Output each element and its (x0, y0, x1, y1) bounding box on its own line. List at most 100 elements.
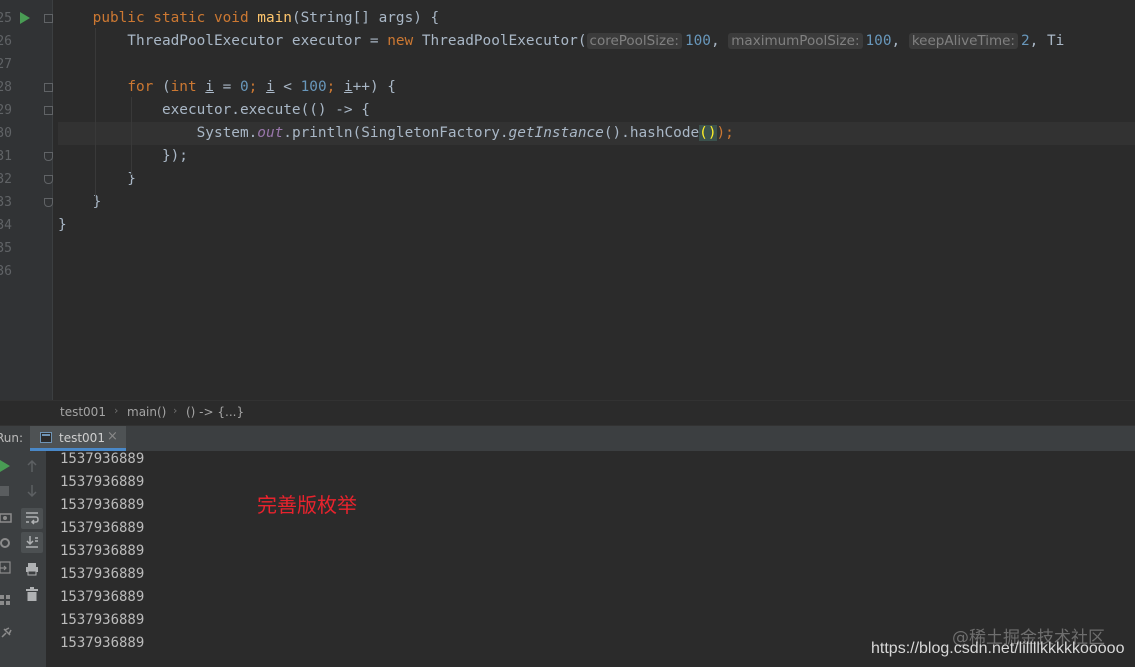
code-line[interactable]: System.out.println(SingletonFactory.getI… (58, 122, 1135, 145)
line-number: 28 (0, 80, 12, 95)
parameter-hint: corePoolSize: (586, 33, 682, 49)
console-line: 1537936889 (60, 612, 145, 628)
code-token: .println(SingletonFactory. (283, 125, 509, 141)
stop-icon[interactable] (0, 486, 10, 498)
code-line[interactable]: } (58, 191, 1135, 214)
close-icon[interactable]: × (107, 429, 118, 444)
fold-marker-icon[interactable] (44, 175, 53, 184)
code-token: , (891, 33, 909, 49)
line-number: 34 (0, 218, 12, 233)
code-token: ().hashCode (603, 125, 700, 141)
console-icon (40, 432, 52, 443)
code-token: for (127, 79, 162, 95)
code-line[interactable]: } (58, 168, 1135, 191)
code-token: ; (248, 79, 266, 95)
breadcrumb-lambda[interactable]: () -> {...} (186, 405, 244, 419)
code-line[interactable]: ThreadPoolExecutor executor = new Thread… (58, 30, 1135, 53)
fold-marker-icon[interactable] (44, 83, 53, 92)
code-token: ( (161, 79, 171, 95)
code-token: i (265, 79, 275, 95)
code-line[interactable]: executor.execute(() -> { (58, 99, 1135, 122)
code-token: ThreadPoolExecutor executor = (58, 33, 388, 49)
trash-icon[interactable] (26, 587, 38, 602)
up-arrow-icon[interactable] (26, 459, 38, 473)
console-output[interactable]: 1537936889 1537936889 1537936889 1537936889… (47, 451, 1135, 667)
run-label: Run: (0, 431, 24, 445)
line-number: 35 (0, 241, 12, 256)
line-number: 36 (0, 264, 12, 279)
soft-wrap-icon (26, 512, 39, 525)
run-console-toolbar (18, 451, 47, 667)
code-token: ; (326, 79, 344, 95)
console-line: 1537936889 (60, 635, 145, 651)
code-token: ); (716, 125, 734, 141)
code-token: < (274, 79, 301, 95)
code-token: 2 (1020, 33, 1030, 49)
fold-marker-icon[interactable] (44, 152, 53, 161)
fold-marker-icon[interactable] (44, 106, 53, 115)
console-line: 1537936889 (60, 589, 145, 605)
code-line[interactable]: }); (58, 145, 1135, 168)
watermark-csdn: https://blog.csdn.net/lillllkkkkkooooo (871, 640, 1125, 657)
run-tool-window-header: Run: test001 × (0, 425, 1135, 451)
code-line[interactable]: } (58, 214, 1135, 237)
scroll-to-end-button[interactable] (21, 532, 43, 553)
code-token: } (58, 171, 136, 187)
code-token: ThreadPoolExecutor( (421, 33, 587, 49)
print-icon[interactable] (25, 562, 39, 576)
code-line[interactable]: for (int i = 0; i < 100; i++) { (58, 76, 1135, 99)
code-token: , Ti (1029, 33, 1065, 49)
indent-guide (131, 97, 132, 175)
scroll-to-end-icon (26, 536, 38, 548)
code-token: public static void (92, 10, 258, 26)
line-number: 26 (0, 34, 12, 49)
line-number: 30 (0, 126, 12, 141)
soft-wrap-button[interactable] (21, 508, 43, 529)
code-token: () (699, 125, 717, 141)
code-token: } (58, 217, 67, 233)
rerun-icon[interactable] (0, 459, 12, 473)
fold-marker-icon[interactable] (44, 14, 53, 23)
code-token: i (205, 79, 214, 95)
pin-icon[interactable] (0, 627, 12, 641)
settings-icon[interactable] (0, 536, 12, 550)
code-token: 100 (684, 33, 711, 49)
parameter-hint: maximumPoolSize: (728, 33, 863, 49)
code-token: getInstance (508, 125, 604, 141)
code-line[interactable] (58, 260, 1135, 283)
breadcrumb-class[interactable]: test001 (60, 405, 106, 419)
line-number: 29 (0, 103, 12, 118)
code-token: 0 (239, 79, 249, 95)
breadcrumb-method[interactable]: main() (127, 405, 166, 419)
code-token: new (387, 33, 422, 49)
chevron-right-icon: › (173, 404, 178, 417)
code-line[interactable]: public static void main(String[] args) { (58, 7, 1135, 30)
layout-icon[interactable] (0, 594, 12, 608)
code-line[interactable] (58, 237, 1135, 260)
console-line: 1537936889 (60, 520, 145, 536)
camera-icon[interactable] (0, 511, 12, 523)
code-token: int (170, 79, 206, 95)
code-token: System. (58, 125, 258, 141)
run-tab-label: test001 (59, 431, 105, 445)
line-number: 27 (0, 57, 12, 72)
fold-marker-icon[interactable] (44, 198, 53, 207)
run-icon[interactable] (20, 12, 30, 24)
breadcrumb: test001 › main() › () -> {...} (0, 400, 1135, 425)
console-line: 1537936889 (60, 451, 145, 467)
login-icon[interactable] (0, 561, 12, 575)
code-token: 100 (865, 33, 892, 49)
line-number: 33 (0, 195, 12, 210)
code-editor[interactable]: 25 26 27 28 29 30 31 32 33 34 35 36 public static v… (0, 0, 1135, 400)
run-left-toolbar (0, 451, 19, 667)
code-token: , (710, 33, 729, 49)
code-token: = (213, 79, 240, 95)
code-token: out (257, 125, 284, 141)
down-arrow-icon[interactable] (26, 484, 38, 498)
line-number: 32 (0, 172, 12, 187)
code-line[interactable] (58, 53, 1135, 76)
code-token: ++) { (352, 79, 396, 95)
console-line: 1537936889 (60, 497, 145, 513)
